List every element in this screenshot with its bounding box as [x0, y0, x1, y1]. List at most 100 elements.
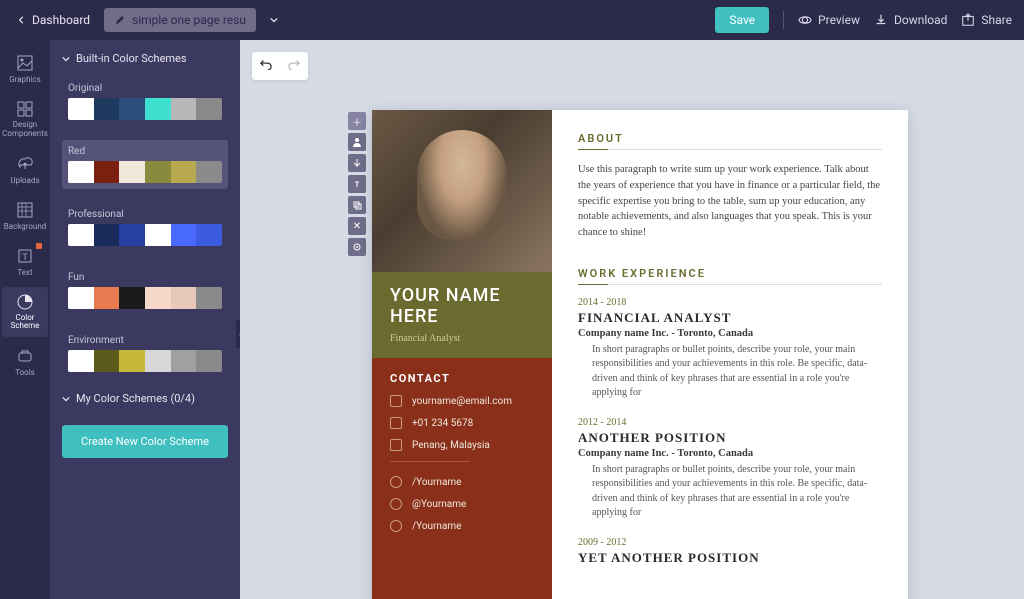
topbar: Dashboard simple one page resu Save Prev… — [0, 0, 1024, 40]
tools-icon — [16, 347, 34, 365]
color-swatch — [145, 98, 171, 120]
download-button[interactable]: Download — [874, 13, 947, 27]
pencil-icon — [114, 14, 126, 26]
color-swatch — [171, 224, 197, 246]
color-swatch — [119, 98, 145, 120]
svg-text:T: T — [22, 253, 28, 263]
color-swatch — [171, 161, 197, 183]
left-icon-rail: Graphics Design Components Uploads Backg… — [0, 40, 50, 599]
duplicate-button[interactable] — [348, 196, 366, 214]
builtin-schemes-toggle[interactable]: Built-in Color Schemes — [62, 52, 228, 65]
work-heading: WORK EXPERIENCE — [578, 267, 882, 280]
copy-icon — [352, 200, 362, 210]
redo-icon — [288, 58, 300, 70]
contact-phone: +01 234 5678 — [390, 417, 534, 429]
person-icon — [352, 137, 362, 147]
job-entry[interactable]: 2012 - 2014ANOTHER POSITIONCompany name … — [578, 417, 882, 521]
scheme-label: Fun — [68, 272, 222, 283]
underline — [578, 149, 882, 150]
swatch-row[interactable] — [68, 350, 222, 372]
color-swatch — [68, 161, 94, 183]
underline — [578, 284, 882, 285]
scheme-label: Professional — [68, 209, 222, 220]
chevron-left-icon — [18, 16, 26, 24]
mail-icon — [390, 395, 402, 407]
name-block[interactable]: YOUR NAME HERE Financial Analyst — [372, 272, 552, 358]
color-swatch — [119, 350, 145, 372]
job-title: ANOTHER POSITION — [578, 430, 882, 446]
scheme-professional[interactable]: Professional — [62, 203, 228, 252]
rail-item-text[interactable]: T Text — [2, 241, 48, 283]
job-company: Company name Inc. - Toronto, Canada — [578, 328, 882, 339]
divider — [390, 461, 470, 462]
scheme-fun[interactable]: Fun — [62, 266, 228, 315]
document-title-text: simple one page resu — [132, 13, 246, 27]
contact-block[interactable]: CONTACT yourname@email.com +01 234 5678 … — [372, 358, 552, 556]
about-text[interactable]: Use this paragraph to write sum up your … — [578, 162, 882, 241]
uploads-icon — [16, 155, 34, 173]
phone-icon — [390, 417, 402, 429]
rail-item-background[interactable]: Background — [2, 195, 48, 237]
add-page-button[interactable]: ＋ — [348, 112, 366, 130]
down-arrow-icon — [352, 158, 362, 168]
eye-icon — [798, 13, 812, 27]
job-company: Company name Inc. - Toronto, Canada — [578, 448, 882, 459]
color-swatch — [68, 98, 94, 120]
role-text: Financial Analyst — [390, 333, 534, 344]
settings-button[interactable] — [348, 238, 366, 256]
resume-right-column: ABOUT Use this paragraph to write sum up… — [552, 110, 908, 599]
swatch-row[interactable] — [68, 287, 222, 309]
my-schemes-toggle[interactable]: My Color Schemes (0/4) — [62, 392, 228, 405]
social-row: @Yourname — [390, 498, 534, 510]
resume-document[interactable]: YOUR NAME HERE Financial Analyst CONTACT… — [372, 110, 908, 599]
divider — [783, 11, 784, 29]
scheme-red[interactable]: Red — [62, 140, 228, 189]
job-description: In short paragraphs or bullet points, de… — [578, 343, 882, 401]
dashboard-button[interactable]: Dashboard — [12, 9, 96, 31]
redo-button[interactable] — [280, 52, 308, 80]
portrait-photo[interactable] — [372, 110, 552, 272]
social-icon — [390, 476, 402, 488]
color-swatch — [94, 287, 120, 309]
contact-location: Penang, Malaysia — [390, 439, 534, 451]
scheme-original[interactable]: Original — [62, 77, 228, 126]
title-dropdown-button[interactable] — [264, 7, 284, 34]
page-down-button[interactable] — [348, 154, 366, 172]
save-button[interactable]: Save — [715, 7, 769, 33]
scheme-environment[interactable]: Environment — [62, 329, 228, 378]
color-swatch — [145, 287, 171, 309]
undo-button[interactable] — [252, 52, 280, 80]
job-entry[interactable]: 2009 - 2012YET ANOTHER POSITION — [578, 537, 882, 566]
job-entry[interactable]: 2014 - 2018FINANCIAL ANALYSTCompany name… — [578, 297, 882, 401]
color-swatch — [196, 350, 222, 372]
document-title-input[interactable]: simple one page resu — [104, 8, 256, 32]
contact-heading: CONTACT — [390, 372, 534, 385]
scheme-label: Environment — [68, 335, 222, 346]
chevron-down-icon — [62, 55, 70, 63]
swatch-row[interactable] — [68, 98, 222, 120]
rail-item-design-components[interactable]: Design Components — [2, 94, 48, 145]
swatch-row[interactable] — [68, 224, 222, 246]
rail-item-tools[interactable]: Tools — [2, 341, 48, 383]
rail-item-graphics[interactable]: Graphics — [2, 48, 48, 90]
social-icon — [390, 498, 402, 510]
style-button[interactable] — [348, 175, 366, 193]
social-icon — [390, 520, 402, 532]
color-swatch — [171, 98, 197, 120]
gear-icon — [352, 242, 362, 252]
swatch-row[interactable] — [68, 161, 222, 183]
scheme-label: Original — [68, 83, 222, 94]
user-button[interactable] — [348, 133, 366, 151]
canvas-area[interactable]: ＋ ✕ YOUR NAME HERE Financial Analyst CON… — [240, 40, 1024, 599]
share-button[interactable]: Share — [961, 13, 1012, 27]
rail-item-color-scheme[interactable]: Color Scheme — [2, 287, 48, 338]
delete-button[interactable]: ✕ — [348, 217, 366, 235]
job-title: FINANCIAL ANALYST — [578, 310, 882, 326]
preview-button[interactable]: Preview — [798, 13, 860, 27]
rail-item-uploads[interactable]: Uploads — [2, 149, 48, 191]
color-swatch — [119, 161, 145, 183]
download-icon — [874, 13, 888, 27]
social-row: /Yourname — [390, 476, 534, 488]
create-color-scheme-button[interactable]: Create New Color Scheme — [62, 425, 228, 458]
color-swatch — [68, 224, 94, 246]
